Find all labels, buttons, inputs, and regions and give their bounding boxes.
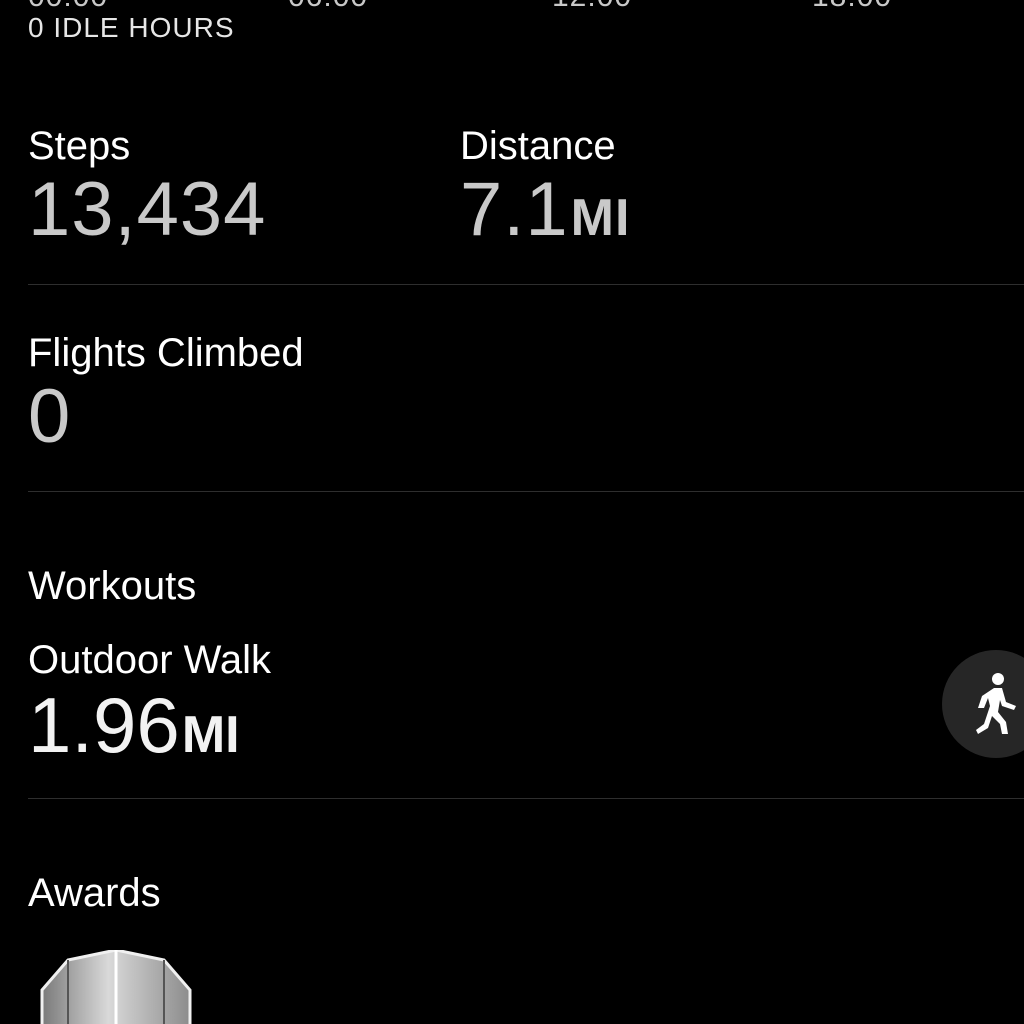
outdoor-walk-button[interactable] — [942, 650, 1024, 758]
workouts-title: Workouts — [28, 564, 197, 608]
activity-summary-screen: 00:00 06:00 12:00 18:00 0 IDLE HOURS Ste… — [0, 0, 1024, 1024]
distance-unit: MI — [570, 189, 631, 247]
steps-value: 13,434 — [28, 167, 267, 252]
award-badge-icon[interactable] — [38, 948, 194, 1024]
awards-title: Awards — [28, 871, 161, 915]
divider — [28, 491, 1024, 492]
workout-distance-unit: MI — [181, 706, 240, 764]
axis-tick-3: 18:00 — [812, 0, 892, 14]
workout-name[interactable]: Outdoor Walk — [28, 640, 271, 680]
steps-label: Steps — [28, 124, 131, 168]
workout-distance-value: 1.96 — [28, 681, 180, 769]
hour-axis: 00:00 06:00 12:00 18:00 — [0, 0, 1024, 13]
walking-figure-icon — [976, 673, 1016, 734]
flights-stat: Flights Climbed 0 — [28, 333, 304, 455]
distance-value: 7.1 — [460, 167, 569, 252]
distance-stat: Distance 7.1MI — [460, 126, 630, 248]
flights-label: Flights Climbed — [28, 331, 304, 375]
distance-value-row: 7.1MI — [460, 172, 630, 248]
axis-tick-2: 12:00 — [552, 0, 632, 14]
idle-hours-label: 0 IDLE HOURS — [28, 12, 235, 43]
divider — [28, 284, 1024, 285]
distance-label: Distance — [460, 124, 616, 168]
steps-stat: Steps 13,434 — [28, 126, 266, 248]
axis-tick-1: 06:00 — [288, 0, 368, 14]
divider — [28, 798, 1024, 799]
workout-distance[interactable]: 1.96MI — [28, 686, 240, 764]
flights-value: 0 — [28, 374, 72, 459]
